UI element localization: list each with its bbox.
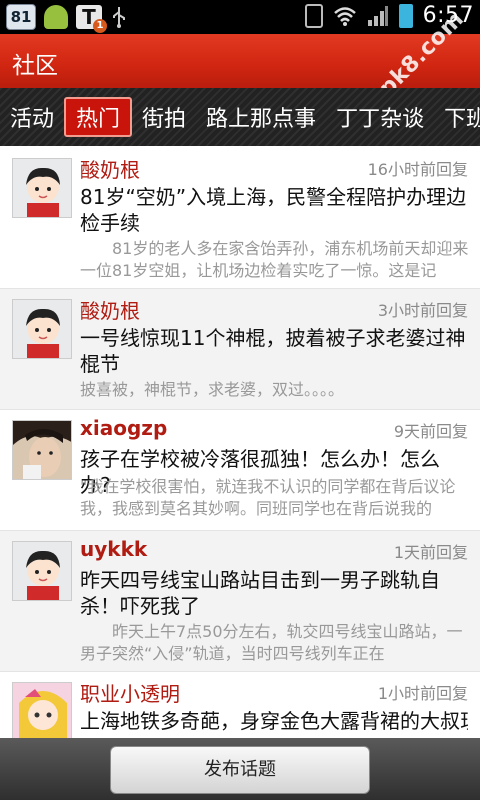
avatar[interactable] [12,541,72,601]
tab-dingding-talk[interactable]: 丁丁杂谈 [326,101,434,133]
vibrate-icon [304,3,323,28]
list-item[interactable]: 酸奶根 16小时前回复 81岁“空奶”入境上海，民警全程陪护办理边检手续 81岁… [0,148,480,289]
category-tabs: 活动 热门 街拍 路上那点事 丁丁杂谈 下班 [0,88,480,146]
post-time: 3小时前回复 [377,301,468,320]
post-title[interactable]: 81岁“空奶”入境上海，民警全程陪护办理边检手续 [80,184,468,236]
post-author[interactable]: 职业小透明 [80,678,180,707]
post-excerpt: 81岁的老人多在家含饴弄孙，浦东机场前天却迎来一位81岁空姐，让机场边检着实吃了… [80,239,469,280]
post-title[interactable]: 上海地铁多奇葩，身穿金色大露背裙的大叔现 [80,708,468,734]
avatar[interactable] [12,299,72,359]
post-author[interactable]: uykkk [80,537,147,561]
post-excerpt: 昨天上午7点50分左右，轨交四号线宝山路站，一男子突然“入侵”轨道，当时四号线列… [80,622,463,663]
bottom-bar: 发布话题 [0,738,480,800]
tab-after-work[interactable]: 下班 [434,101,480,133]
android-icon [44,5,68,29]
list-item[interactable]: uykkk 1天前回复 昨天四号线宝山路站目击到一男子跳轨自杀！吓死我了 昨天上… [0,531,480,672]
post-title[interactable]: 昨天四号线宝山路站目击到一男子跳轨自杀！吓死我了 [80,567,468,619]
post-time: 9天前回复 [393,422,468,441]
tab-hot[interactable]: 热门 [64,97,133,137]
post-excerpt: "我在学校很害怕，就连我不认识的同学都在背后议论我，我感到莫名其妙啊。同班同学也… [80,477,456,518]
t-app-count: 1 [93,19,107,33]
list-item[interactable]: 酸奶根 3小时前回复 一号线惊现11个神棍，披着被子求老婆过神棍节 披喜被，神棍… [0,289,480,410]
post-list[interactable]: 酸奶根 16小时前回复 81岁“空奶”入境上海，民警全程陪护办理边检手续 81岁… [0,148,480,738]
post-title[interactable]: 一号线惊现11个神棍，披着被子求老婆过神棍节 [80,325,468,377]
tab-street-snap[interactable]: 街拍 [132,101,196,133]
post-author[interactable]: 酸奶根 [80,295,140,324]
avatar[interactable] [12,158,72,218]
avatar[interactable] [12,420,72,480]
tab-on-the-road[interactable]: 路上那点事 [196,101,326,133]
post-author[interactable]: 酸奶根 [80,154,140,183]
post-excerpt: 披喜被，神棍节，求老婆，双过。。。。 [80,380,345,399]
usb-icon [110,5,128,29]
list-item[interactable]: xiaogzp 9天前回复 孩子在学校被冷落很孤独！怎么办！怎么办? "我在学校… [0,410,480,531]
post-time: 1小时前回复 [377,684,468,703]
wifi-icon [333,5,357,27]
publish-topic-button[interactable]: 发布话题 [110,746,370,794]
tab-activities[interactable]: 活动 [0,101,64,133]
post-author[interactable]: xiaogzp [80,416,167,440]
notification-badge-icon: 81 [6,4,36,30]
list-item[interactable]: 职业小透明 1小时前回复 上海地铁多奇葩，身穿金色大露背裙的大叔现 [0,672,480,738]
avatar[interactable] [12,682,72,738]
post-time: 16小时前回复 [367,160,468,179]
page-title: 社区 [12,53,58,79]
t-app-icon: T 1 [76,5,107,33]
post-time: 1天前回复 [393,543,468,562]
